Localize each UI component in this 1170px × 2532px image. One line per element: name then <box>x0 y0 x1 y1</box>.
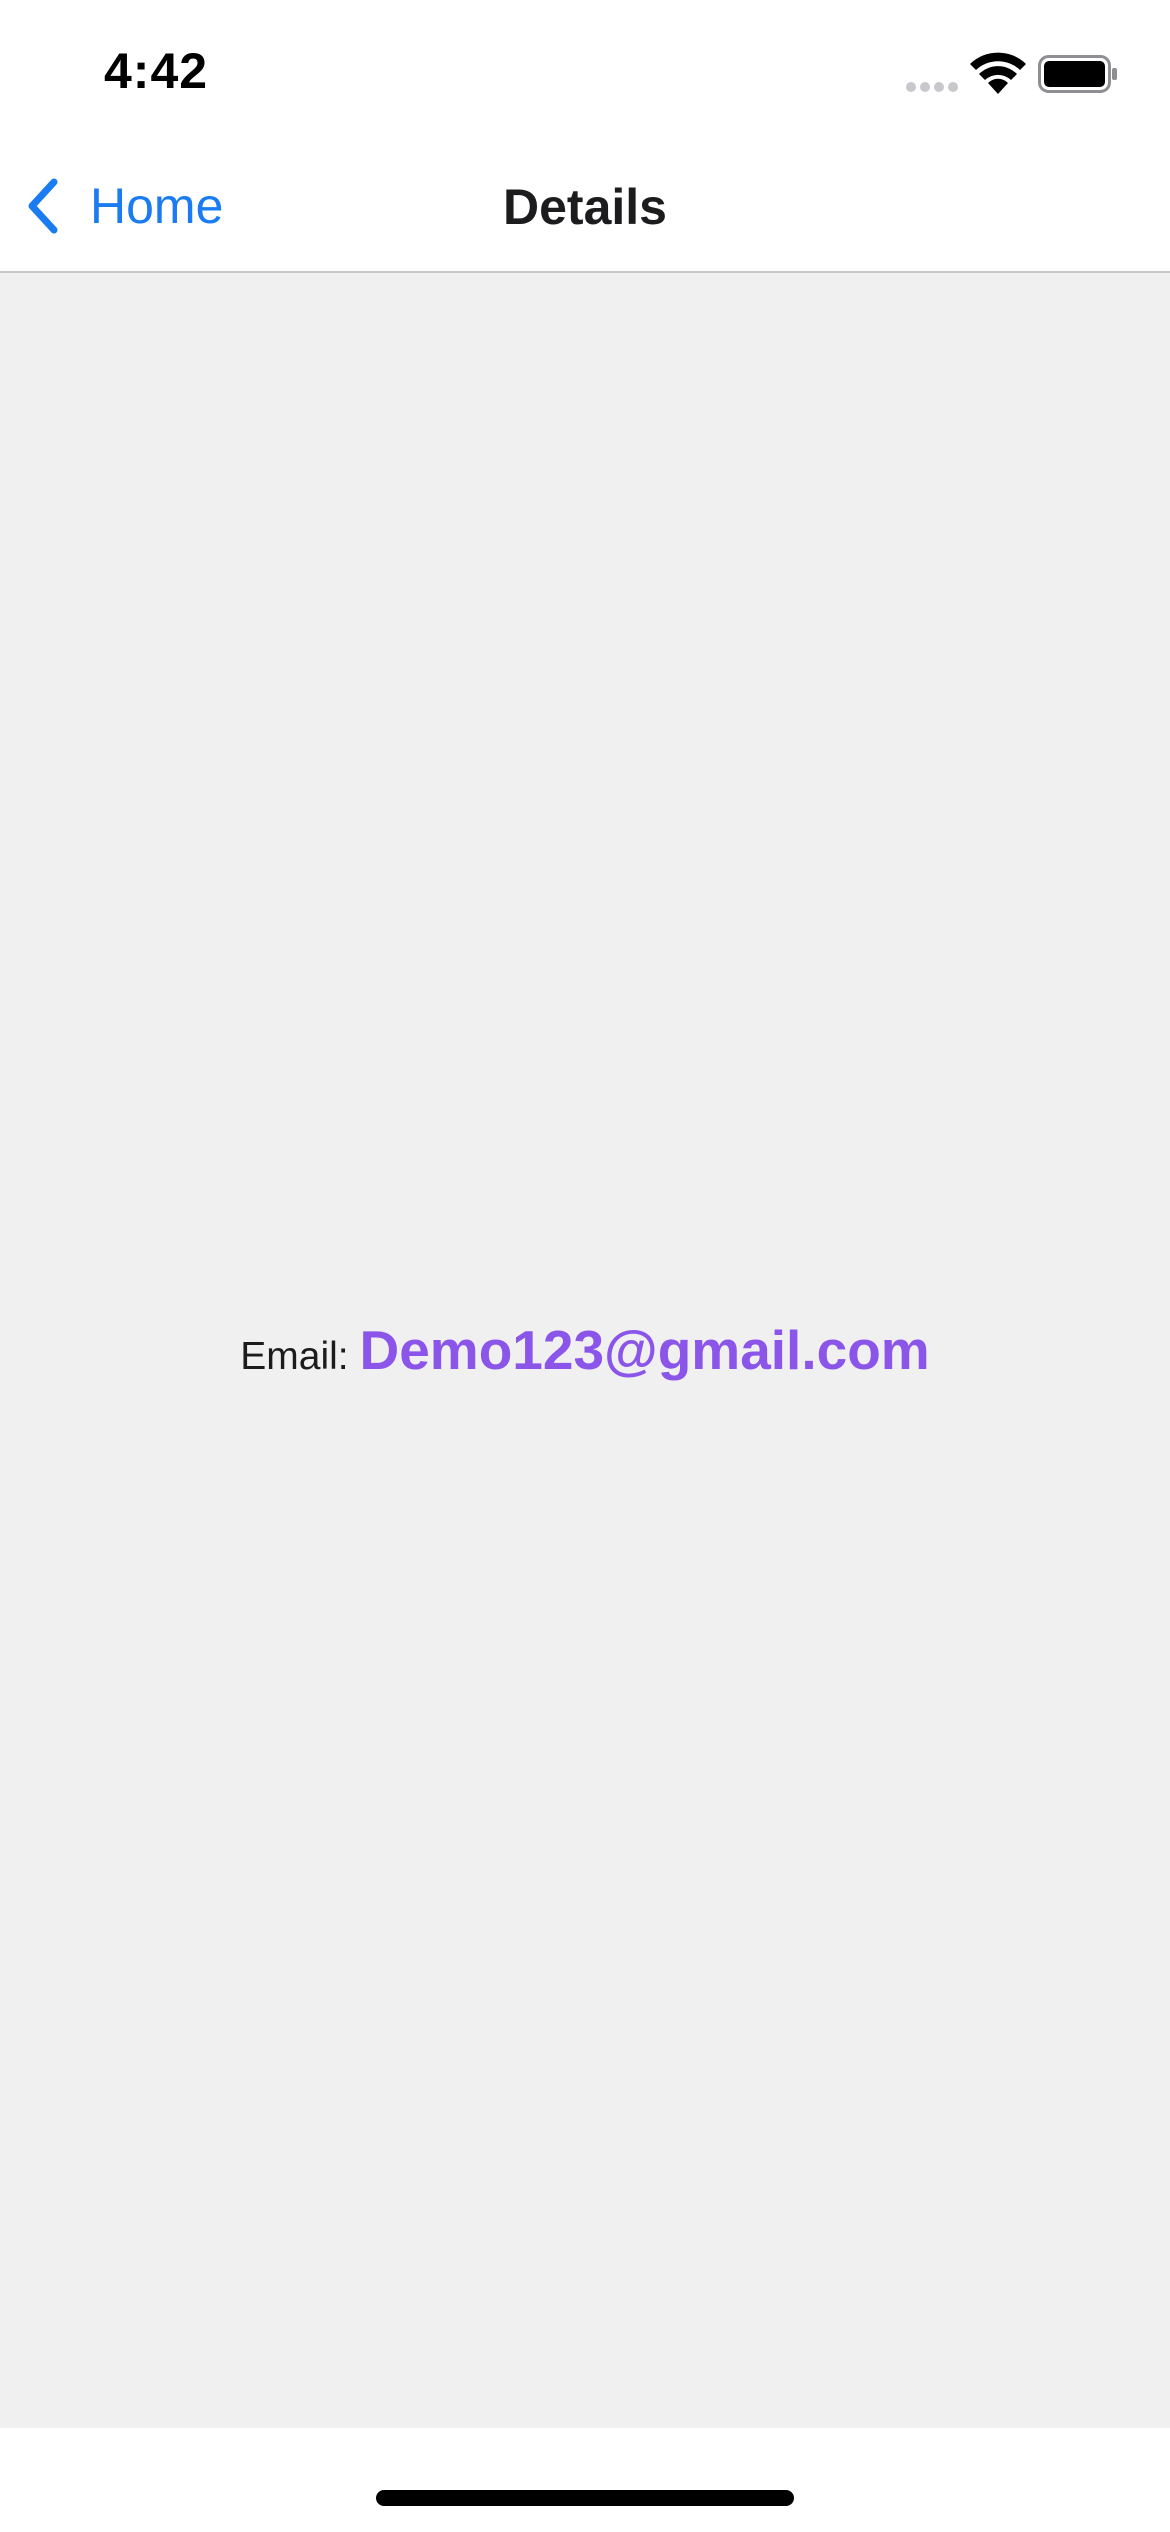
email-label: Email: <box>240 1335 360 1378</box>
home-indicator-area <box>0 2428 1170 2532</box>
cellular-signal-icon <box>906 82 958 92</box>
status-bar: 4:42 <box>0 0 1170 140</box>
wifi-icon <box>970 52 1026 94</box>
email-link[interactable]: Demo123@gmail.com <box>359 1319 929 1381</box>
battery-icon <box>1038 55 1117 93</box>
page-title: Details <box>503 179 667 235</box>
app-screen: 4:42 Home Details Email: Demo123@gmail.c… <box>0 0 1170 2532</box>
home-indicator[interactable] <box>376 2490 794 2506</box>
details-content: Email: Demo123@gmail.com <box>0 273 1170 2428</box>
status-time: 4:42 <box>104 43 209 99</box>
navigation-bar: Home Details <box>0 140 1170 273</box>
email-row: Email: Demo123@gmail.com <box>0 1318 1170 1382</box>
